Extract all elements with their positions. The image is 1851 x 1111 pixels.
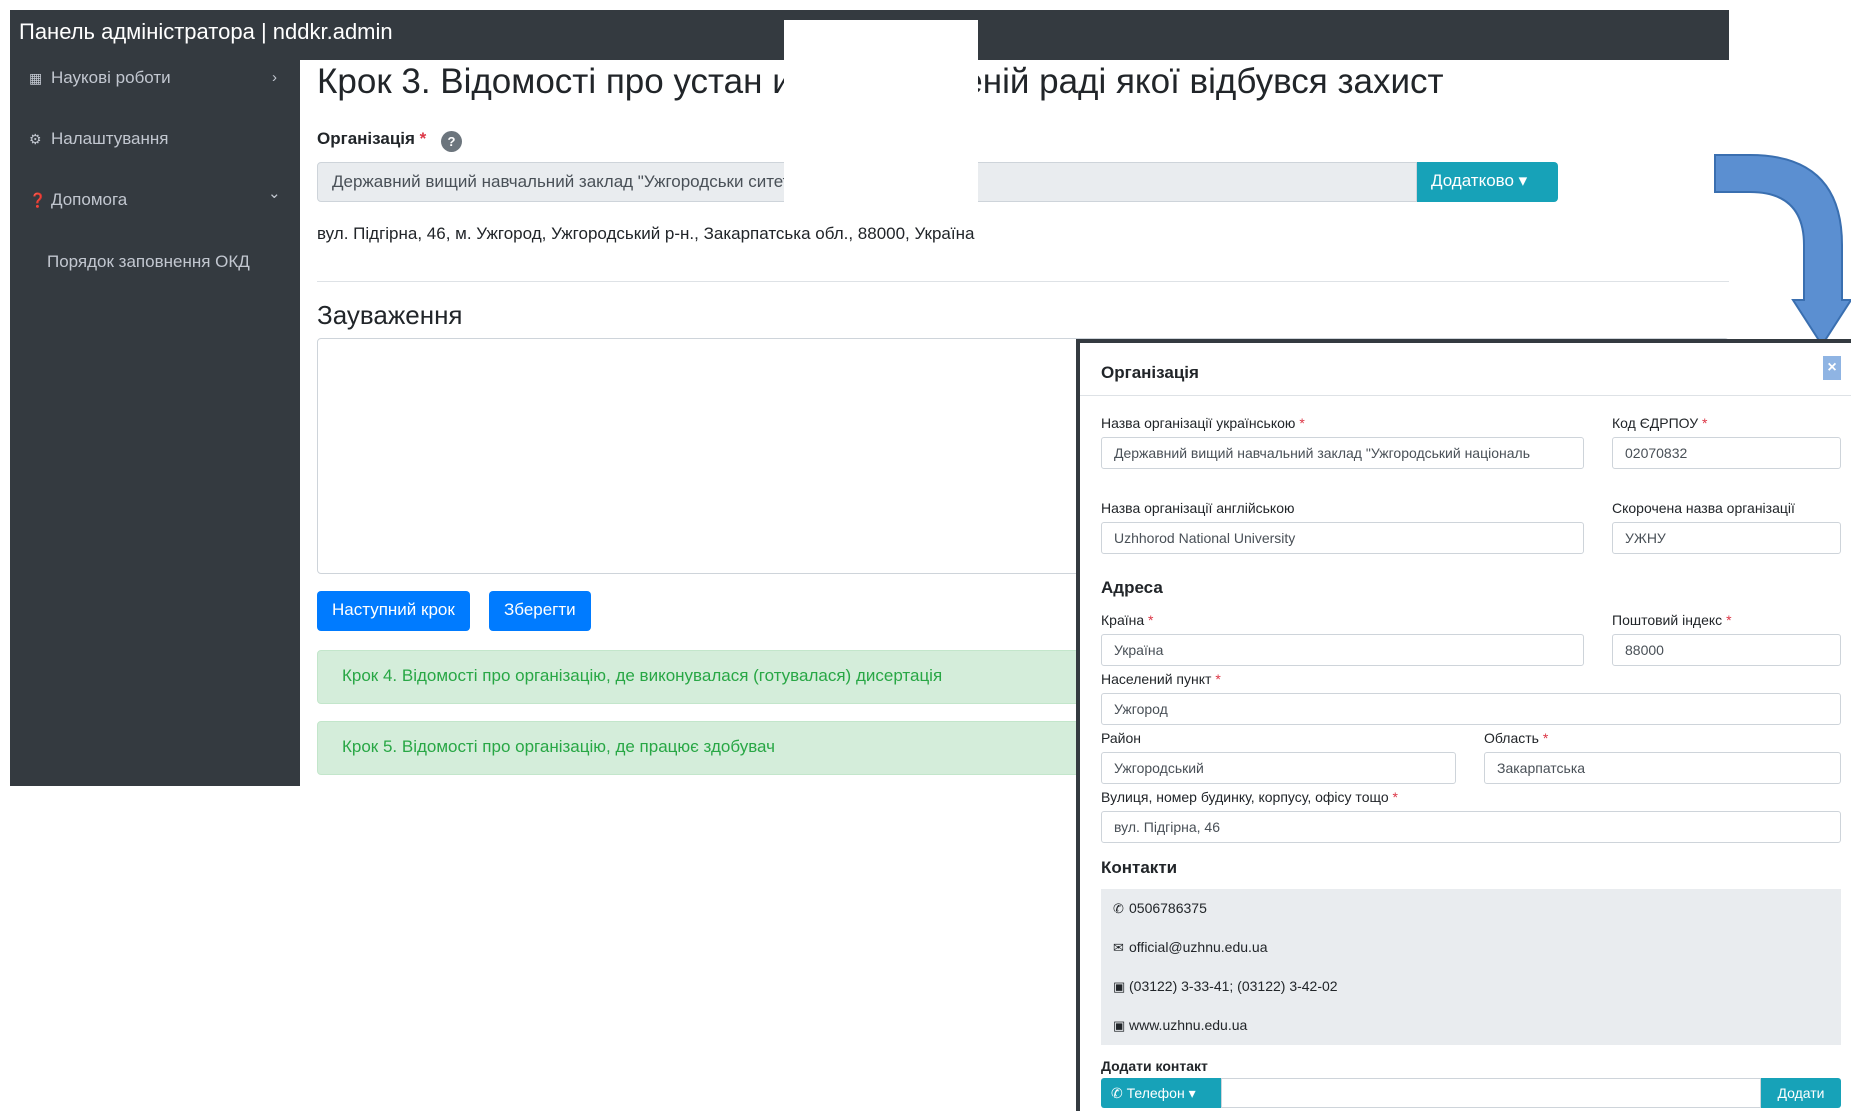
- street-input[interactable]: вул. Підгірна, 46: [1101, 811, 1841, 843]
- redaction-patch: [784, 20, 978, 210]
- contact-row[interactable]: ▣ (03122) 3-33-41; (03122) 3-42-02: [1101, 967, 1841, 1006]
- name-uk-label: Назва організації українською *: [1101, 415, 1305, 431]
- country-input[interactable]: Україна: [1101, 634, 1584, 666]
- contact-type-dropdown[interactable]: ✆ Телефон ▾: [1101, 1078, 1221, 1108]
- sidebar-item-label: Наукові роботи: [51, 68, 171, 87]
- required-mark: *: [1299, 415, 1305, 431]
- required-mark: *: [1148, 612, 1154, 628]
- save-button[interactable]: Зберегти: [489, 591, 591, 631]
- close-icon[interactable]: ×: [1823, 356, 1841, 380]
- sidebar-item-label: Допомога: [51, 190, 128, 209]
- required-mark: *: [1542, 730, 1549, 746]
- district-label: Район: [1101, 730, 1141, 746]
- chevron-down-icon: ⌄: [268, 185, 281, 202]
- contact-card-icon: ▣: [1113, 1018, 1126, 1033]
- modal-header-divider: [1080, 395, 1851, 396]
- contact-value: (03122) 3-33-41; (03122) 3-42-02: [1129, 978, 1338, 994]
- organization-address-text: вул. Підгірна, 46, м. Ужгород, Ужгородсь…: [317, 224, 975, 243]
- required-mark: *: [1726, 612, 1732, 628]
- contacts-section-heading: Контакти: [1101, 858, 1178, 877]
- phone-icon: ✆: [1111, 1085, 1127, 1101]
- name-en-input[interactable]: Uzhhorod National University: [1101, 522, 1584, 554]
- sidebar-item-settings[interactable]: ⚙ Налаштування: [29, 129, 169, 149]
- modal-title: Організація: [1101, 363, 1199, 382]
- contact-value: 0506786375: [1129, 900, 1207, 916]
- city-label: Населений пункт *: [1101, 671, 1221, 687]
- contact-row[interactable]: ✆ 0506786375: [1101, 889, 1841, 928]
- chevron-right-icon: ›: [272, 69, 277, 86]
- postal-code-input[interactable]: 88000: [1612, 634, 1841, 666]
- sidebar-item-label: Налаштування: [51, 129, 169, 148]
- label-text: Вулиця, номер будинку, корпусу, офісу то…: [1101, 789, 1389, 805]
- name-en-label: Назва організації англійською: [1101, 500, 1295, 516]
- sidebar-item-label: Порядок заповнення ОКД: [47, 252, 250, 271]
- contact-row[interactable]: ✉ official@uzhnu.edu.ua: [1101, 928, 1841, 967]
- phone-icon: ✆: [1113, 901, 1124, 916]
- short-name-label: Скорочена назва організації: [1612, 500, 1795, 516]
- name-uk-input[interactable]: Державний вищий навчальний заклад "Ужгор…: [1101, 437, 1584, 469]
- required-mark: *: [1702, 415, 1708, 431]
- add-contact-button[interactable]: Додати: [1761, 1078, 1841, 1108]
- postal-code-label: Поштовий індекс *: [1612, 612, 1732, 628]
- sidebar: ▦ Наукові роботи › ⚙ Налаштування ❓ Допомог…: [10, 60, 300, 786]
- gears-icon: ⚙: [29, 131, 42, 147]
- contact-value-input[interactable]: [1221, 1078, 1761, 1108]
- table-icon: ▦: [29, 70, 43, 86]
- label-text: Країна: [1101, 612, 1145, 628]
- label-text: Код ЄДРПОУ: [1612, 415, 1699, 431]
- organization-modal: Організація × Назва організації українсь…: [1076, 339, 1851, 1111]
- edrpou-label: Код ЄДРПОУ *: [1612, 415, 1707, 431]
- contact-value: official@uzhnu.edu.ua: [1129, 939, 1268, 955]
- country-label: Країна *: [1101, 612, 1153, 628]
- edrpou-input[interactable]: 02070832: [1612, 437, 1841, 469]
- callout-arrow-icon: [1714, 154, 1851, 347]
- help-icon[interactable]: ?: [441, 131, 462, 152]
- additional-dropdown-button[interactable]: Додатково ▾: [1417, 162, 1558, 202]
- sidebar-item-scientific-works[interactable]: ▦ Наукові роботи: [29, 68, 171, 88]
- organization-label-text: Організація: [317, 129, 415, 148]
- address-section-heading: Адреса: [1101, 578, 1163, 597]
- label-text: Поштовий індекс: [1612, 612, 1723, 628]
- brand-title[interactable]: Панель адміністратора | nddkr.admin: [19, 19, 393, 45]
- contact-value: www.uzhnu.edu.ua: [1129, 1017, 1248, 1033]
- remarks-heading: Зауваження: [317, 300, 463, 330]
- divider: [317, 281, 1729, 282]
- street-label: Вулиця, номер будинку, корпусу, офісу то…: [1101, 789, 1398, 805]
- required-mark: *: [419, 129, 427, 148]
- sidebar-item-fill-order[interactable]: Порядок заповнення ОКД: [47, 252, 250, 272]
- contact-card-icon: ▣: [1113, 979, 1126, 994]
- label-text: Назва організації українською: [1101, 415, 1296, 431]
- required-mark: *: [1392, 789, 1398, 805]
- question-circle-icon: ❓: [29, 192, 47, 208]
- sidebar-item-help[interactable]: ❓ Допомога: [29, 190, 127, 210]
- district-input[interactable]: Ужгородський: [1101, 752, 1456, 784]
- region-label: Область *: [1484, 730, 1548, 746]
- label-text: Населений пункт: [1101, 671, 1212, 687]
- organization-label: Організація *: [317, 129, 426, 149]
- city-input[interactable]: Ужгород: [1101, 693, 1841, 725]
- label-text: Область: [1484, 730, 1539, 746]
- region-input[interactable]: Закарпатська: [1484, 752, 1841, 784]
- required-mark: *: [1215, 671, 1221, 687]
- short-name-input[interactable]: УЖНУ: [1612, 522, 1841, 554]
- dropdown-label: Телефон ▾: [1126, 1085, 1196, 1101]
- add-contact-label: Додати контакт: [1101, 1058, 1208, 1074]
- envelope-icon: ✉: [1113, 940, 1124, 955]
- contact-row[interactable]: ▣ www.uzhnu.edu.ua: [1101, 1006, 1841, 1045]
- next-step-button[interactable]: Наступний крок: [317, 591, 470, 631]
